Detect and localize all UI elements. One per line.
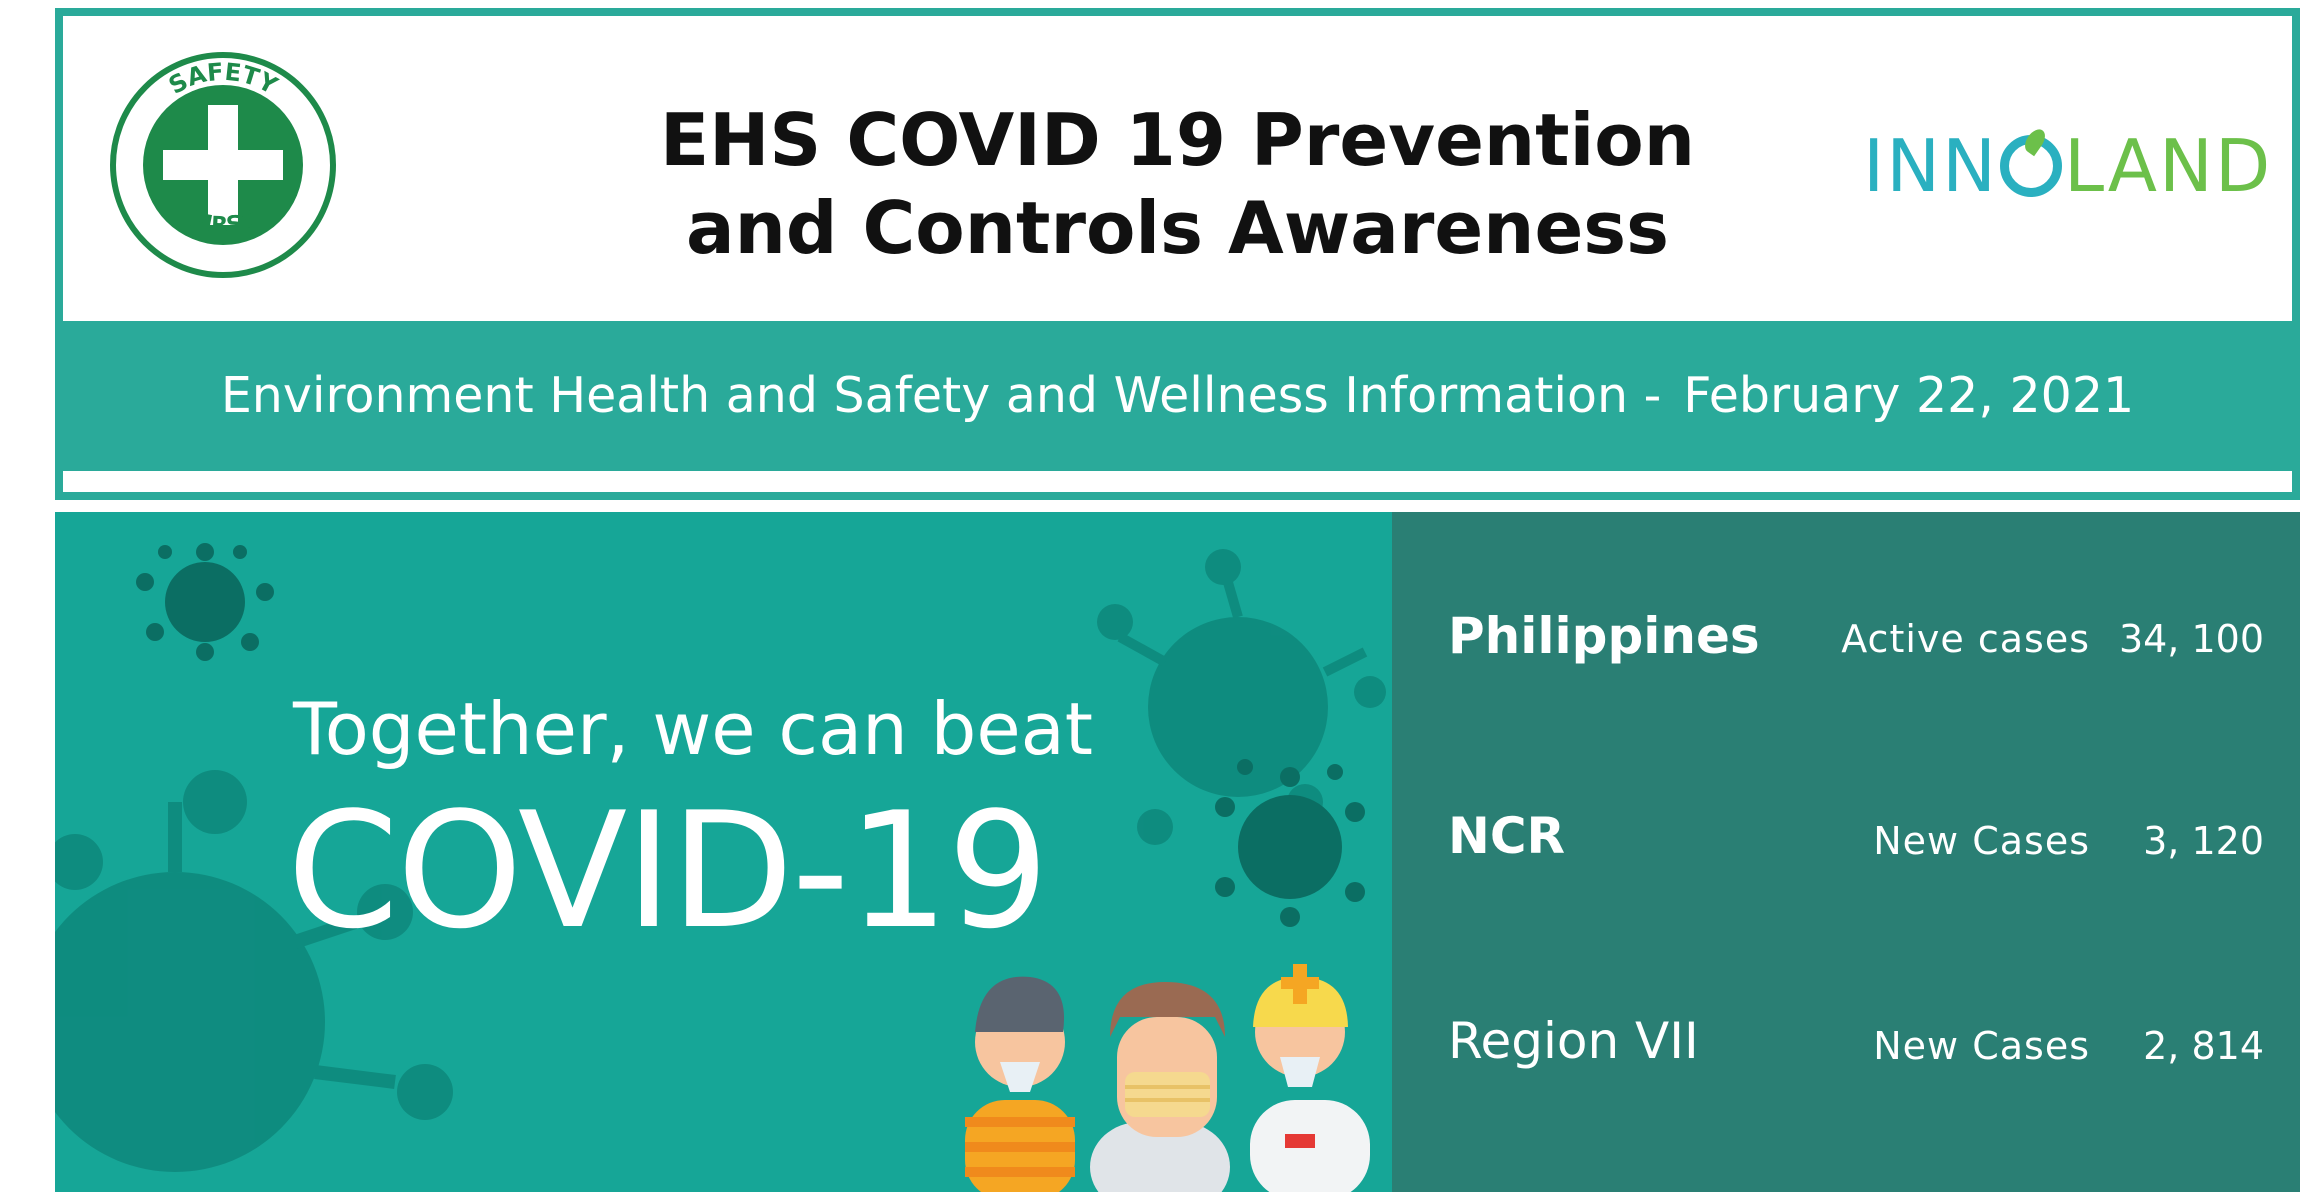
stat-metric: New Cases (1873, 819, 2090, 863)
subtitle-text: Environment Health and Safety and Wellne… (220, 367, 1662, 424)
stat-region: Region VII (1448, 1012, 1699, 1070)
brand-part-1: INN (1863, 124, 1998, 208)
stats-panel: Philippines Active cases 34, 100 NCR New… (1392, 512, 2300, 1192)
subtitle-date: February 22, 2021 (1683, 367, 2135, 424)
brand-part-2: LAND (2063, 124, 2273, 208)
stat-metric: New Cases (1873, 1024, 2090, 1068)
header: SAFETY FIRST EHS COVID 19 Prevention and… (63, 16, 2292, 321)
stat-value: 34, 100 (2118, 617, 2264, 661)
innoland-logo: INN LAND (1863, 124, 2272, 208)
subtitle: Environment Health and Safety and Wellne… (63, 367, 2292, 424)
stat-metric: Active cases (1841, 617, 2090, 661)
leaf-o-icon (1999, 135, 2062, 197)
stat-region: NCR (1448, 807, 1566, 865)
banner-line-1: Together, we can beat (293, 687, 1093, 771)
header-frame: SAFETY FIRST EHS COVID 19 Prevention and… (55, 8, 2300, 500)
stat-region: Philippines (1448, 607, 1760, 665)
divider-strip (63, 471, 2292, 492)
stat-value: 3, 120 (2143, 819, 2264, 863)
people-illustration (965, 964, 1370, 1192)
banner-panel: Together, we can beat COVID-19 (55, 512, 1392, 1192)
stat-value: 2, 814 (2143, 1024, 2264, 1068)
subtitle-band: Environment Health and Safety and Wellne… (63, 321, 2292, 471)
banner-line-2: COVID-19 (287, 777, 1049, 964)
